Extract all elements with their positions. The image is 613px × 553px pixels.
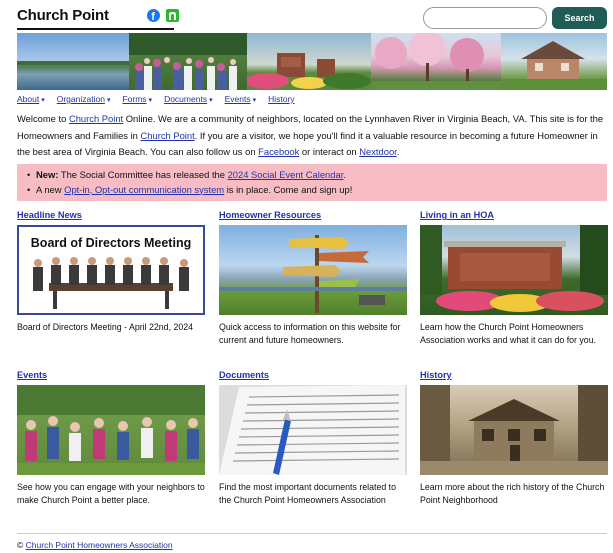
church-point-link[interactable]: Church Point — [69, 113, 123, 124]
card-description: See how you can engage with your neighbo… — [17, 482, 205, 505]
nav-history[interactable]: History — [268, 94, 294, 106]
nav-about[interactable]: About ▾ — [17, 94, 45, 106]
card-homeowner-resources: Homeowner Resources Quick access to info… — [219, 210, 407, 347]
announcement-line2-end: is in place. Come and sign up! — [224, 183, 353, 195]
card-description: Learn how the Church Point Homeowners As… — [420, 322, 597, 345]
board-meeting-caption: Board of Directors Meeting — [31, 236, 191, 250]
card-history: History Learn more about the rich histor… — [420, 370, 608, 507]
banner-blossom-photo — [371, 33, 501, 90]
card-description: Board of Directors Meeting - April 22nd,… — [17, 322, 194, 332]
documents-image[interactable] — [219, 385, 407, 475]
search-input[interactable] — [423, 7, 547, 29]
card-title[interactable]: Documents — [219, 370, 407, 383]
announcement-line1-end: . — [343, 169, 346, 180]
footer-hoa-link[interactable]: Church Point Homeowners Association — [26, 540, 173, 550]
announcement-line1-text: The Social Committee has released the — [58, 169, 228, 180]
banner-entrance-photo — [247, 33, 371, 90]
nextdoor-icon[interactable] — [166, 9, 179, 22]
card-description: Learn more about the rich history of the… — [420, 482, 605, 505]
facebook-icon[interactable]: f — [147, 9, 160, 22]
historic-house-image[interactable] — [420, 385, 608, 475]
intro-text: Welcome to — [17, 113, 69, 124]
nav-about-label: About — [17, 94, 40, 104]
nav-organization[interactable]: Organization ▾ — [57, 94, 111, 106]
card-description: Find the most important documents relate… — [219, 482, 397, 505]
search-button[interactable]: Search — [552, 7, 607, 29]
card-title[interactable]: Living in an HOA — [420, 210, 608, 223]
site-header: Church Point f Search — [17, 6, 607, 30]
announcement-text: A new Opt-in, Opt-out communication syst… — [36, 183, 352, 198]
bullet: • — [27, 169, 31, 180]
card-documents: Documents Find the most important docume… — [219, 370, 407, 507]
bullet: • — [27, 183, 31, 195]
card-living-in-hoa: Living in an HOA Learn how the Church Po… — [420, 210, 608, 347]
nav-forms[interactable]: Forms ▾ — [122, 94, 152, 106]
intro-text: or interact on — [299, 146, 360, 157]
header-banner — [17, 33, 607, 90]
chevron-down-icon: ▾ — [41, 97, 45, 104]
card-title[interactable]: Headline News — [17, 210, 205, 223]
nav-history-label: History — [268, 94, 295, 104]
banner-house-photo — [501, 33, 607, 90]
footer-divider — [17, 533, 607, 534]
intro-text: . — [396, 146, 400, 157]
welcome-paragraph: Welcome to Church Point Online. We are a… — [17, 111, 607, 161]
main-nav: About ▾ Organization ▾ Forms ▾ Documents ▾ E… — [17, 94, 295, 106]
card-headline-news: Headline News Board of Directors Meeting… — [17, 210, 205, 334]
chevron-down-icon: ▾ — [209, 97, 213, 104]
svg-text:f: f — [151, 11, 155, 22]
chevron-down-icon: ▾ — [106, 97, 111, 104]
communication-system-link[interactable]: Opt-in, Opt-out communication system — [64, 184, 224, 195]
facebook-link[interactable]: Facebook — [258, 146, 299, 157]
nav-forms-label: Forms — [122, 94, 147, 104]
card-events: Events See how you can engage with your … — [17, 370, 205, 507]
social-calendar-link[interactable]: 2024 Social Event Calendar — [228, 169, 344, 180]
nav-events-label: Events — [224, 94, 251, 104]
banner-crowd-photo — [129, 33, 247, 90]
card-title[interactable]: Homeowner Resources — [219, 210, 407, 223]
nav-organization-label: Organization — [56, 94, 105, 104]
chevron-down-icon: ▾ — [252, 97, 257, 104]
card-title[interactable]: History — [420, 370, 608, 383]
footer: © Church Point Homeowners Association — [17, 540, 173, 550]
signpost-image[interactable] — [219, 225, 407, 315]
nav-documents-label: Documents — [164, 94, 208, 104]
card-description: Quick access to information on this webs… — [219, 322, 401, 345]
copyright-symbol: © — [17, 540, 24, 550]
nav-documents[interactable]: Documents ▾ — [164, 94, 213, 106]
announcement-line2-text: A new — [36, 183, 65, 195]
chevron-down-icon: ▾ — [148, 97, 153, 104]
announcement-item: • New: The Social Committee has released… — [27, 168, 597, 183]
nextdoor-link[interactable]: Nextdoor — [359, 146, 397, 157]
banner-river-photo — [17, 33, 129, 90]
entrance-sign-image[interactable] — [420, 225, 608, 315]
announcement-item: • A new Opt-in, Opt-out communication sy… — [27, 183, 597, 198]
site-title[interactable]: Church Point — [17, 7, 109, 24]
new-label: New: — [36, 169, 59, 180]
events-crowd-image[interactable] — [17, 385, 205, 475]
announcement-box: • New: The Social Committee has released… — [17, 164, 607, 201]
church-point-link[interactable]: Church Point — [141, 130, 195, 141]
nav-events[interactable]: Events ▾ — [225, 94, 257, 106]
card-title[interactable]: Events — [17, 370, 205, 383]
announcement-text: New: The Social Committee has released t… — [36, 168, 346, 183]
board-meeting-image[interactable]: Board of Directors Meeting — [17, 225, 205, 315]
title-underline — [17, 28, 174, 30]
